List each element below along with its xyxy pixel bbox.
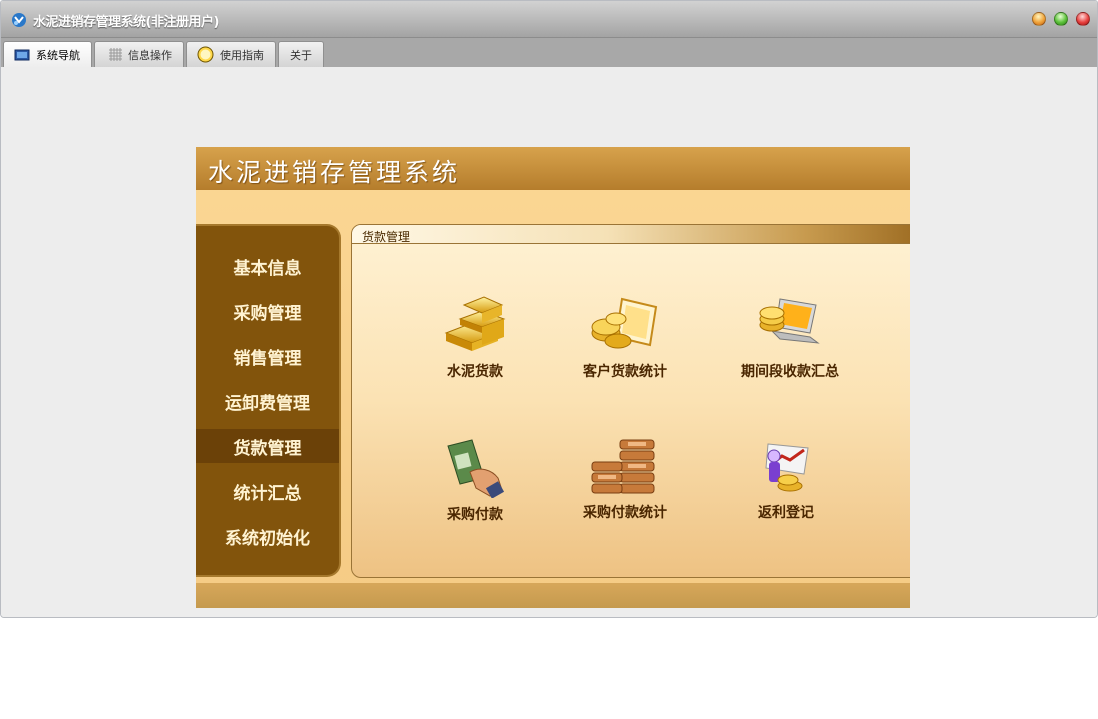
title-bar[interactable]: 水泥进销存管理系统(非注册用户) [1, 1, 1097, 38]
sidebar-item-purchase[interactable]: 采购管理 [196, 294, 339, 328]
hand-cash-icon [447, 439, 505, 498]
tab-user-guide[interactable]: 使用指南 [186, 41, 276, 67]
sidebar-item-payments[interactable]: 货款管理 [196, 429, 339, 463]
cement-payment-button[interactable]: 水泥货款 [405, 293, 545, 381]
laptop-coins-icon [759, 298, 820, 344]
rebate-register-button[interactable]: 返利登记 [716, 438, 856, 522]
tab-system-nav[interactable]: 系统导航 [3, 41, 92, 68]
panel-title: 水泥进销存管理系统 [208, 158, 461, 187]
clock-icon [197, 46, 214, 63]
window-title: 水泥进销存管理系统(非注册用户) [33, 15, 219, 30]
tab-about[interactable]: 关于 [278, 41, 324, 67]
period-receipt-summary-button[interactable]: 期间段收款汇总 [720, 293, 860, 381]
sidebar-item-statistics[interactable]: 统计汇总 [196, 474, 339, 508]
app-logo-icon [12, 13, 26, 27]
sidebar-item-sales[interactable]: 销售管理 [196, 339, 339, 373]
purchase-payment-stats-label: 采购付款统计 [583, 505, 667, 521]
rebate-register-label: 返利登记 [758, 505, 814, 521]
minimize-button[interactable] [1032, 12, 1046, 26]
purchase-payment-button[interactable]: 采购付款 [405, 438, 545, 524]
maximize-button[interactable] [1054, 12, 1068, 26]
cement-payment-label: 水泥货款 [447, 364, 503, 380]
section-title: 货款管理 [362, 230, 411, 244]
function-area: 货款管理 水泥货款 客户货款统计 期间段收款汇总 采购付款 采购付款统计 返利登… [351, 224, 910, 578]
grid-icon [109, 48, 122, 61]
sidebar-item-system-init[interactable]: 系统初始化 [196, 519, 339, 553]
purchase-payment-stats-button[interactable]: 采购付款统计 [555, 438, 695, 522]
coins-document-icon [591, 297, 658, 349]
sidebar-item-basic-info[interactable]: 基本信息 [196, 249, 339, 283]
panel-footer [196, 583, 910, 608]
period-receipt-summary-label: 期间段收款汇总 [741, 364, 839, 380]
section-header: 货款管理 [352, 225, 910, 244]
person-chart-icon [765, 443, 809, 492]
close-button[interactable] [1076, 12, 1090, 26]
customer-payment-stats-label: 客户货款统计 [583, 364, 667, 380]
panel-header: 水泥进销存管理系统 [196, 147, 910, 190]
nav-panel: 水泥进销存管理系统 基本信息 采购管理 销售管理 运卸费管理 货款管理 统计汇总… [196, 147, 910, 608]
gold-bars-icon [444, 296, 506, 351]
customer-payment-stats-button[interactable]: 客户货款统计 [555, 293, 695, 381]
coin-stack-icon [591, 439, 655, 494]
purchase-payment-label: 采购付款 [447, 507, 503, 523]
tab-bar: 系统导航 信息操作 使用指南 关于 [1, 38, 1097, 68]
sidebar-item-freight[interactable]: 运卸费管理 [196, 384, 339, 418]
sidebar: 基本信息 采购管理 销售管理 运卸费管理 货款管理 统计汇总 系统初始化 [196, 224, 341, 577]
monitor-icon [14, 49, 30, 60]
tab-info-ops[interactable]: 信息操作 [94, 41, 184, 67]
